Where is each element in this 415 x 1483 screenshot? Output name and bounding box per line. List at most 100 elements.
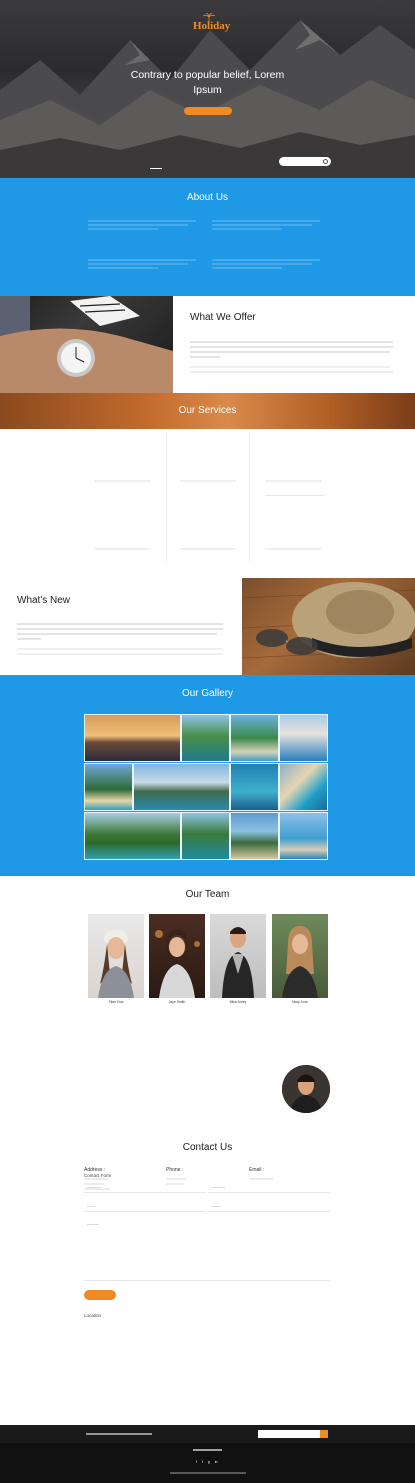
newsletter-bar [0,1425,415,1443]
gallery-image[interactable] [279,812,328,860]
email-label: Email : [249,1167,265,1173]
search-box[interactable] [279,157,331,166]
footer: f t g in [0,1443,415,1483]
offer-title: What We Offer [190,312,256,323]
gallery-image[interactable] [133,763,230,811]
gallery-image[interactable] [230,812,279,860]
text-line [166,1178,186,1180]
hero-title-line2: Ipsum [193,84,222,96]
text-line [88,259,196,261]
location-label: Location [84,1313,102,1318]
services-banner: Our Services [0,393,415,429]
text-line [17,628,223,630]
team-title: Our Team [185,889,230,900]
text-line [249,1178,273,1180]
first-name-field[interactable] [84,1184,206,1193]
service-item-line [265,495,325,496]
gallery-image[interactable] [181,812,230,860]
logo-text[interactable]: Holiday [193,20,230,32]
gallery-image[interactable] [230,763,279,811]
services-divider [249,433,250,563]
text-line [88,263,188,265]
text-line [190,341,393,343]
hero-cta-button[interactable] [184,107,232,115]
text-line [88,267,158,269]
text-line [190,366,390,368]
field-placeholder-line [87,1206,95,1207]
team-member-name: Mike Arney [229,1000,247,1004]
phone-field[interactable] [208,1203,330,1212]
twitter-icon[interactable]: t [202,1460,203,1464]
team-member: Jaye Smith [149,914,205,1006]
field-placeholder-line [87,1187,101,1188]
text-line [212,259,320,261]
text-line [84,1178,108,1180]
whats-new-title: What's New [17,595,71,606]
nav-active-underline [150,168,162,169]
text-line [190,351,390,353]
team-member-photo[interactable] [210,914,266,998]
send-button[interactable] [84,1290,116,1300]
service-item-line [180,548,236,550]
gallery-image[interactable] [279,714,328,762]
newsletter-email-input[interactable] [258,1430,320,1438]
service-item-line [180,480,236,482]
team-member: Fikre Doe [88,914,144,1006]
gallery-image[interactable] [84,763,133,811]
palm-logo-icon [202,10,216,23]
service-item-line [265,480,321,482]
text-line [17,648,223,650]
services-divider [166,433,167,563]
facebook-icon[interactable]: f [196,1460,197,1464]
team-member: Mary Jone [272,914,328,1006]
linkedin-icon[interactable]: in [215,1460,218,1464]
text-line [212,224,312,226]
service-item-line [95,480,151,482]
gallery-image[interactable] [84,714,181,762]
text-line [212,267,282,269]
team-member-name: Fikre Doe [108,1000,124,1004]
footer-social-title-line [193,1449,222,1451]
team-member-name: Mary Jone [292,1000,308,1004]
last-name-field[interactable] [208,1184,330,1193]
service-item-line [265,548,321,550]
service-item-line [95,548,151,550]
gallery-image[interactable] [279,763,328,811]
email-field[interactable] [84,1203,206,1212]
hero-banner: Holiday Contrary to popular belief, Lore… [0,0,415,178]
footer-social-icons: f t g in [196,1460,217,1464]
gallery-image[interactable] [84,812,181,860]
gallery-section: Our Gallery [0,675,415,876]
contact-title: Contact Us [182,1142,233,1153]
hero-title-line1: Contrary to popular belief, Lorem [130,69,285,81]
text-line [190,356,220,358]
text-line [212,263,312,265]
newsletter-label-line [86,1433,152,1435]
testimonial-avatar [282,1065,330,1113]
gallery-image[interactable] [230,714,279,762]
team-member-photo[interactable] [272,914,328,998]
about-item [212,216,327,230]
team-member-photo[interactable] [88,914,144,998]
team-member-photo[interactable] [149,914,205,998]
about-item [212,255,327,269]
newsletter-submit-button[interactable] [320,1430,328,1438]
phone-label: Phone : [166,1167,184,1173]
text-line [190,346,393,348]
services-title: Our Services [178,405,237,416]
message-field[interactable] [84,1221,330,1281]
google-plus-icon[interactable]: g [208,1460,210,1464]
text-line [17,638,41,640]
text-line [190,371,393,373]
about-item [88,216,203,230]
team-member-name: Jaye Smith [168,1000,186,1004]
text-line [17,623,223,625]
footer-copyright-line [170,1472,246,1474]
about-section: About Us [0,178,415,296]
field-placeholder-line [211,1206,221,1207]
text-line [88,228,158,230]
gallery-image[interactable] [181,714,230,762]
search-icon[interactable] [323,159,328,164]
field-placeholder-line [87,1224,99,1225]
offer-watch-image [0,296,173,394]
